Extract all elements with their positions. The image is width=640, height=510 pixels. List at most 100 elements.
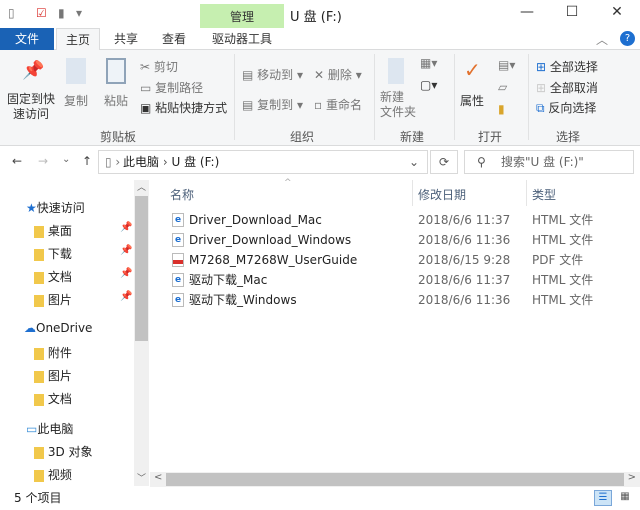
back-button[interactable]: ← [12, 154, 22, 168]
copy-to-button[interactable]: ▤ 复制到 ▾ [242, 96, 303, 113]
nav-this-pc[interactable]: ▭此电脑 [26, 420, 73, 437]
new-folder-qa-icon[interactable]: ▮ [58, 6, 65, 20]
folder-icon [34, 370, 44, 383]
nav-item-attachments[interactable]: 附件 [34, 344, 72, 361]
pin-icon[interactable]: 📌 [120, 245, 132, 256]
select-all-button[interactable]: ⊞ 全部选择 [536, 58, 598, 75]
details-view-icon[interactable]: ☰ [594, 490, 612, 506]
easy-access-icon[interactable]: ▢▾ [420, 78, 437, 92]
file-name: 驱动下载_Mac [189, 273, 268, 287]
breadcrumb-drive[interactable]: U 盘 (F:) [171, 155, 219, 169]
folder-icon [34, 347, 44, 360]
pin-quick-access-button[interactable]: 固定到快速访问 [6, 92, 56, 122]
nav-label: 文档 [47, 392, 72, 406]
nav-item-desktop[interactable]: 桌面 [34, 222, 72, 239]
customize-qa-icon[interactable]: ▾ [76, 6, 82, 20]
properties-qa-icon[interactable]: ☑ [36, 6, 47, 20]
properties-icon: ✓ [464, 58, 481, 82]
new-item-icon[interactable]: ▦▾ [420, 56, 437, 70]
column-divider[interactable] [412, 180, 413, 206]
refresh-button[interactable]: ⟳ [430, 150, 458, 174]
scrollbar-thumb[interactable] [166, 473, 624, 486]
tab-home[interactable]: 主页 [56, 28, 100, 51]
folder-icon [34, 469, 44, 482]
move-to-button[interactable]: ▤ 移动到 ▾ [242, 66, 303, 83]
delete-button[interactable]: ✕ 删除 ▾ [314, 66, 362, 83]
nav-onedrive[interactable]: ☁OneDrive [24, 321, 92, 335]
file-date: 2018/6/6 11:36 [418, 233, 511, 247]
nav-item-3d-objects[interactable]: 3D 对象 [34, 443, 93, 460]
cut-button[interactable]: ✂ 剪切 [140, 58, 178, 75]
new-folder-button[interactable]: 新建 文件夹 [380, 90, 416, 120]
tab-share[interactable]: 共享 [104, 28, 148, 50]
chevron-down-icon[interactable]: ⌄ [409, 151, 419, 173]
paste-icon [106, 58, 126, 84]
maximize-button[interactable]: ☐ [557, 4, 587, 20]
properties-button[interactable]: 属性 [460, 92, 484, 109]
pdf-file-icon [172, 253, 184, 267]
recent-locations-button[interactable]: ⌄ [62, 154, 70, 165]
close-button[interactable]: ✕ [602, 4, 632, 20]
file-row[interactable]: M7268_M7268W_UserGuide 2018/6/15 9:28 PDF … [150, 250, 640, 270]
forward-button[interactable]: → [38, 154, 48, 168]
open-icon[interactable]: ▤▾ [498, 58, 515, 72]
select-none-button[interactable]: ⊞ 全部取消 [536, 79, 598, 96]
rename-button[interactable]: ▫ 重命名 [314, 96, 362, 113]
tab-view[interactable]: 查看 [152, 28, 196, 50]
rename-label: 重命名 [325, 98, 362, 112]
separator [528, 54, 529, 140]
file-row[interactable]: e 驱动下载_Mac 2018/6/6 11:37 HTML 文件 [150, 270, 640, 290]
column-divider[interactable] [526, 180, 527, 206]
column-header-name[interactable]: 名称 [170, 186, 194, 203]
nav-scrollbar[interactable]: ︿ ﹀ [134, 180, 149, 486]
tab-file[interactable]: 文件 [0, 28, 54, 50]
breadcrumb-this-pc[interactable]: 此电脑 [123, 155, 159, 169]
scrollbar-thumb[interactable] [135, 196, 148, 341]
edit-icon[interactable]: ▱ [498, 80, 507, 94]
collapse-ribbon-icon[interactable]: ︿ [596, 31, 608, 48]
search-input[interactable]: ⚲ 搜索"U 盘 (F:)" [464, 150, 634, 174]
paste-button[interactable]: 粘贴 [104, 92, 128, 109]
delete-icon: ✕ [314, 68, 328, 82]
pin-icon[interactable]: 📌 [120, 268, 132, 279]
pin-icon[interactable]: 📌 [120, 291, 132, 302]
help-icon[interactable]: ? [620, 31, 635, 46]
nav-item-downloads[interactable]: 下载 [34, 245, 72, 262]
nav-item-od-documents[interactable]: 文档 [34, 390, 72, 407]
star-icon: ★ [26, 201, 37, 215]
scroll-left-icon[interactable]: < [154, 472, 162, 483]
separator [374, 54, 375, 140]
copy-path-button[interactable]: ▭ 复制路径 [140, 79, 203, 96]
copy-button[interactable]: 复制 [64, 92, 88, 109]
scroll-down-icon[interactable]: ﹀ [137, 471, 146, 484]
html-file-icon: e [172, 233, 184, 247]
file-row[interactable]: e 驱动下载_Windows 2018/6/6 11:36 HTML 文件 [150, 290, 640, 310]
history-icon[interactable]: ▮ [498, 102, 505, 116]
scroll-up-icon[interactable]: ︿ [137, 180, 146, 193]
nav-item-documents[interactable]: 文档 [34, 268, 72, 285]
large-icons-view-icon[interactable]: ▦ [616, 490, 634, 506]
group-label-open: 打开 [478, 130, 503, 144]
tab-drive-tools[interactable]: 驱动器工具 [200, 28, 284, 50]
column-header-type[interactable]: 类型 [532, 186, 556, 203]
invert-selection-button[interactable]: ⧉ 反向选择 [536, 99, 596, 116]
paste-shortcut-button[interactable]: ▣ 粘贴快捷方式 [140, 99, 227, 116]
folder-icon [34, 248, 44, 261]
context-tab-manage[interactable]: 管理 [200, 4, 284, 28]
minimize-button[interactable]: — [512, 4, 542, 20]
file-row[interactable]: e Driver_Download_Mac 2018/6/6 11:37 HTML 文… [150, 210, 640, 230]
address-bar[interactable]: ▯ › 此电脑 › U 盘 (F:) ⌄ [98, 150, 428, 174]
folder-icon [34, 225, 44, 238]
nav-quick-access[interactable]: ★快速访问 [26, 199, 85, 216]
file-name: M7268_M7268W_UserGuide [189, 253, 358, 267]
nav-item-pictures[interactable]: 图片 [34, 291, 72, 308]
nav-item-od-pictures[interactable]: 图片 [34, 367, 72, 384]
up-button[interactable]: ↑ [82, 154, 92, 168]
nav-item-videos[interactable]: 视频 [34, 466, 72, 483]
invert-selection-label: 反向选择 [548, 101, 597, 115]
file-row[interactable]: e Driver_Download_Windows 2018/6/6 11:36 HT… [150, 230, 640, 250]
scroll-right-icon[interactable]: > [628, 472, 636, 483]
column-header-date[interactable]: 修改日期 [418, 186, 466, 203]
horizontal-scrollbar[interactable]: < > [150, 472, 640, 487]
pin-icon[interactable]: 📌 [120, 222, 132, 233]
